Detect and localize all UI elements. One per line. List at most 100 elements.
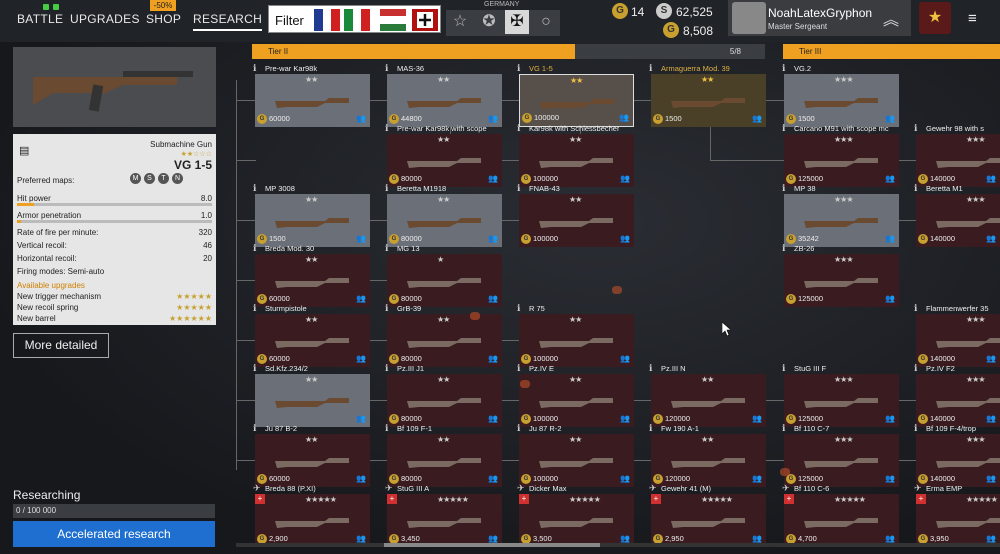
card-price: 100000 bbox=[533, 354, 559, 363]
card-stars: ★★ bbox=[305, 255, 318, 264]
research-card[interactable]: ★★★ G 140000 👥 bbox=[916, 194, 1000, 247]
tree-connector bbox=[236, 460, 256, 461]
research-card[interactable]: ★★ G 80000 👥 bbox=[387, 134, 502, 187]
scrollbar-thumb[interactable] bbox=[384, 543, 600, 547]
research-card[interactable]: ★★★ G 125000 👥 bbox=[784, 134, 899, 187]
coin-icon: G bbox=[257, 234, 267, 244]
profile-panel[interactable]: NoahLatexGryphon Master Sergeant ︽ bbox=[728, 0, 911, 36]
research-card[interactable]: ★★★ G 1500 👥 bbox=[784, 74, 899, 127]
card-unit-icon bbox=[539, 158, 613, 168]
research-card[interactable]: ★★ G 120000 👥 bbox=[651, 374, 766, 427]
research-card[interactable]: ★★ G 80000 👥 bbox=[387, 194, 502, 247]
card-price: 60000 bbox=[269, 354, 290, 363]
japan-circle-icon[interactable]: ○ bbox=[534, 10, 558, 34]
coin-icon: G bbox=[786, 114, 796, 124]
star-icon[interactable]: ☆ bbox=[448, 10, 472, 34]
research-card[interactable]: ★★ G 80000 👥 bbox=[387, 434, 502, 487]
silver-count: 62,525 bbox=[676, 5, 713, 19]
card-type-icon: ℹ bbox=[782, 423, 786, 433]
research-card[interactable]: ★★ G 100000 👥 bbox=[519, 74, 634, 127]
nav-upgrades[interactable]: UPGRADES bbox=[70, 12, 140, 26]
research-card[interactable]: ★★ G 100000 👥 bbox=[519, 434, 634, 487]
tier3-label: Tier III bbox=[783, 44, 1000, 59]
usa-star-icon[interactable]: ✪ bbox=[477, 10, 501, 34]
nav-research[interactable]: RESEARCH bbox=[193, 12, 263, 31]
research-card[interactable]: ★★ G 1500 👥 bbox=[255, 194, 370, 247]
crew-icon: 👥 bbox=[885, 414, 895, 423]
research-card[interactable]: ★★★ G 125000 👥 bbox=[784, 434, 899, 487]
coin-icon: G bbox=[257, 294, 267, 304]
research-card[interactable]: ★★ G 44800 👥 bbox=[387, 74, 502, 127]
research-card[interactable]: ★★ G 100000 👥 bbox=[519, 134, 634, 187]
research-card[interactable]: ★ G 80000 👥 bbox=[387, 254, 502, 307]
crew-icon: 👥 bbox=[986, 414, 996, 423]
crew-icon: 👥 bbox=[488, 234, 498, 243]
flag-germany-icon[interactable] bbox=[412, 9, 438, 31]
coin-icon: G bbox=[918, 174, 928, 184]
card-unit-icon bbox=[936, 458, 1000, 468]
flag-hungary-icon[interactable] bbox=[380, 9, 406, 31]
coin-icon: G bbox=[389, 114, 399, 124]
stat-value: 320 bbox=[198, 228, 212, 237]
premium-icon: + bbox=[651, 494, 661, 504]
card-price: 100000 bbox=[533, 234, 559, 243]
research-card[interactable]: ★★ G 80000 👥 bbox=[387, 374, 502, 427]
tree-connector bbox=[710, 160, 784, 161]
crew-icon: 👥 bbox=[488, 174, 498, 183]
research-card[interactable]: ★★ G 60000 👥 bbox=[255, 314, 370, 367]
research-card[interactable]: ★★★ G 140000 👥 bbox=[916, 134, 1000, 187]
map-m: M bbox=[130, 173, 141, 184]
research-card[interactable]: ★★ 👥 bbox=[255, 374, 370, 427]
card-type-icon: ℹ bbox=[914, 363, 918, 373]
premium-icon: + bbox=[255, 494, 265, 504]
research-card[interactable]: ★★★ G 35242 👥 bbox=[784, 194, 899, 247]
horizontal-scrollbar[interactable] bbox=[236, 543, 1000, 547]
tree-connector bbox=[502, 340, 519, 341]
nav-shop[interactable]: SHOP bbox=[146, 12, 181, 26]
crew-icon: 👥 bbox=[986, 174, 996, 183]
card-price: 100000 bbox=[533, 474, 559, 483]
research-card[interactable]: + ★★★★★ G 3,950 👥 bbox=[916, 494, 1000, 547]
research-card[interactable]: ★★ G 100000 👥 bbox=[519, 194, 634, 247]
flag-italy-icon[interactable] bbox=[344, 9, 370, 31]
tree-connector bbox=[236, 340, 256, 341]
germany-cross-icon[interactable]: ✠ bbox=[505, 10, 529, 34]
filter-box[interactable]: Filter bbox=[268, 5, 441, 33]
research-card[interactable]: ★★★ G 125000 👥 bbox=[784, 374, 899, 427]
crew-icon: 👥 bbox=[885, 534, 895, 543]
research-card[interactable]: ★★ G 60000 👥 bbox=[255, 254, 370, 307]
research-card[interactable]: ★★ G 100000 👥 bbox=[519, 314, 634, 367]
research-card[interactable]: ★★ G 60000 👥 bbox=[255, 434, 370, 487]
flag-france-icon[interactable] bbox=[314, 9, 340, 31]
card-stars: ★ bbox=[437, 255, 444, 264]
accelerated-research-button[interactable]: Accelerated research bbox=[13, 521, 215, 547]
rank-badge-icon[interactable]: ★ bbox=[919, 2, 951, 34]
info-icon[interactable]: ▤ bbox=[19, 144, 29, 157]
nav-battle[interactable]: BATTLE bbox=[17, 12, 63, 26]
research-card[interactable]: + ★★★★★ G 3,500 👥 bbox=[519, 494, 634, 547]
research-card[interactable]: ★★★ G 140000 👥 bbox=[916, 434, 1000, 487]
research-card[interactable]: ★★ G 80000 👥 bbox=[387, 314, 502, 367]
research-card[interactable]: ★★ G 120000 👥 bbox=[651, 434, 766, 487]
research-card[interactable]: + ★★★★★ G 2,950 👥 bbox=[651, 494, 766, 547]
research-card[interactable]: + ★★★★★ G 4,700 👥 bbox=[784, 494, 899, 547]
coin-icon: G bbox=[653, 114, 663, 124]
card-price: 60000 bbox=[269, 114, 290, 123]
card-price: 120000 bbox=[665, 414, 691, 423]
card-stars: ★★★ bbox=[966, 435, 985, 444]
research-card[interactable]: + ★★★★★ G 3,450 👥 bbox=[387, 494, 502, 547]
research-card[interactable]: ★★ G 100000 👥 bbox=[519, 374, 634, 427]
menu-icon[interactable]: ≡ bbox=[968, 10, 977, 27]
card-price: 80000 bbox=[401, 174, 422, 183]
stat-label: Vertical recoil: bbox=[17, 241, 67, 250]
upgrade-label: New trigger mechanism bbox=[17, 292, 102, 301]
more-detailed-button[interactable]: More detailed bbox=[13, 333, 109, 358]
card-unit-icon bbox=[275, 98, 349, 108]
research-card[interactable]: ★★★ G 125000 👥 bbox=[784, 254, 899, 307]
research-card[interactable]: ★★★ G 140000 👥 bbox=[916, 314, 1000, 367]
research-card[interactable]: ★★★ G 140000 👥 bbox=[916, 374, 1000, 427]
tree-connector bbox=[370, 280, 387, 281]
research-card[interactable]: ★★ G 1500 👥 bbox=[651, 74, 766, 127]
research-card[interactable]: ★★ G 60000 👥 bbox=[255, 74, 370, 127]
research-card[interactable]: + ★★★★★ G 2,900 👥 bbox=[255, 494, 370, 547]
